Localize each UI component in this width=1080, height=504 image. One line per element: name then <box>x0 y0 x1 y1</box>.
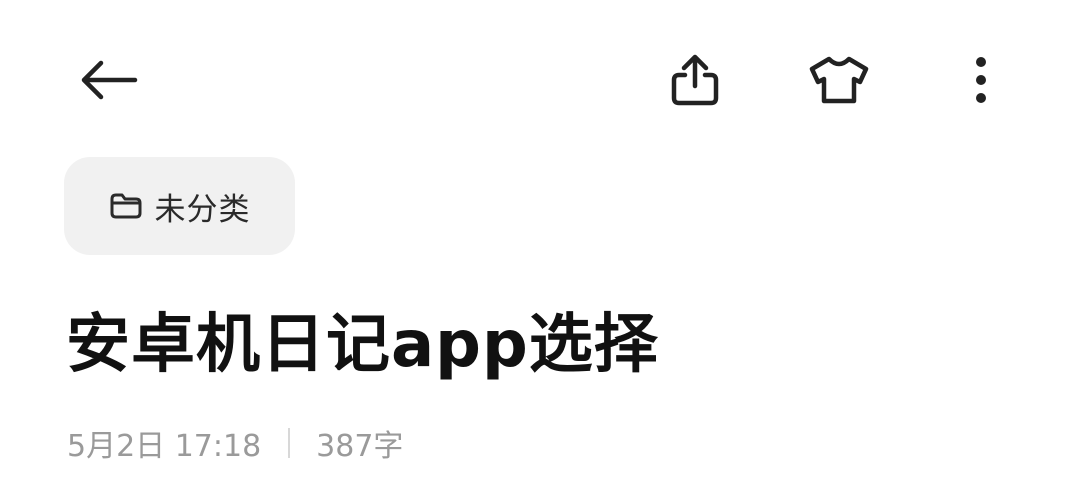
note-meta: 5月2日 17:18 387字 <box>67 421 403 465</box>
share-icon <box>670 53 720 107</box>
theme-button[interactable] <box>799 40 879 120</box>
more-button[interactable] <box>941 40 1021 120</box>
arrow-left-icon <box>79 58 139 102</box>
note-title[interactable]: 安卓机日记app选择 <box>66 302 659 388</box>
folder-label: 未分类 <box>154 191 251 228</box>
tshirt-icon <box>808 55 870 105</box>
word-count: 387字 <box>316 429 404 464</box>
back-button[interactable] <box>69 40 149 120</box>
note-date: 5月2日 17:18 <box>67 429 262 464</box>
folder-icon <box>109 192 143 220</box>
folder-chip[interactable]: 未分类 <box>64 157 295 255</box>
share-button[interactable] <box>655 40 735 120</box>
meta-divider <box>288 428 291 458</box>
more-vertical-icon <box>975 56 987 104</box>
